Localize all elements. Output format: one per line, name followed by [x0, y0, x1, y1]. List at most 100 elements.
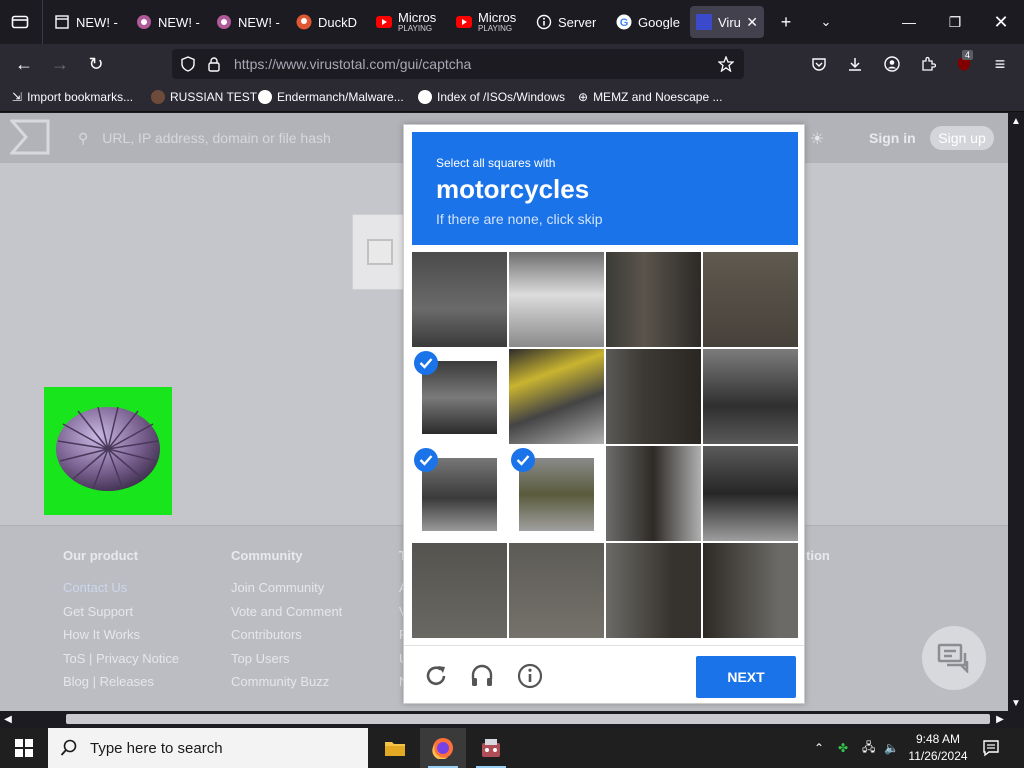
- challenge-tile[interactable]: [606, 543, 701, 638]
- ublock-button[interactable]: 4: [950, 50, 978, 78]
- tab-label: NEW! -: [238, 15, 280, 29]
- footer-link[interactable]: Get Support: [63, 600, 179, 624]
- taskbar-clock[interactable]: 9:48 AM 11/26/2024: [904, 731, 972, 765]
- horizontal-scrollbar[interactable]: ◀ ▶: [0, 711, 1008, 727]
- list-all-tabs-button[interactable]: [6, 8, 34, 36]
- downloads-button[interactable]: [841, 50, 869, 78]
- tab-server[interactable]: Server: [530, 6, 606, 38]
- theme-toggle-icon[interactable]: ☀: [810, 129, 824, 149]
- challenge-tile[interactable]: [509, 543, 604, 638]
- pocket-button[interactable]: [805, 50, 833, 78]
- tab-new-3[interactable]: NEW! -: [210, 6, 286, 38]
- reload-button[interactable]: ↻: [82, 50, 110, 78]
- scroll-right-icon[interactable]: ▶: [992, 711, 1008, 727]
- notifications-button[interactable]: [982, 728, 1000, 768]
- taskbar-app[interactable]: [468, 728, 514, 768]
- sign-up-button[interactable]: Sign up: [930, 126, 994, 150]
- footer-link[interactable]: Contact Us: [63, 576, 179, 600]
- footer-link[interactable]: Vote and Comment: [231, 600, 342, 624]
- footer-link[interactable]: Join Community: [231, 576, 342, 600]
- scroll-up-icon[interactable]: ▲: [1008, 113, 1024, 129]
- site-icon: [151, 90, 165, 104]
- url-text[interactable]: https://www.virustotal.com/gui/captcha: [234, 56, 471, 72]
- tab-new-2[interactable]: NEW! -: [130, 6, 206, 38]
- challenge-tile[interactable]: [703, 252, 798, 347]
- start-button[interactable]: [0, 728, 48, 768]
- taskbar-firefox[interactable]: [420, 728, 466, 768]
- vertical-scrollbar[interactable]: ▲ ▼: [1008, 113, 1024, 711]
- footer-link[interactable]: Contributors: [231, 623, 342, 647]
- challenge-image-grid: [412, 252, 798, 638]
- taskbar-file-explorer[interactable]: [372, 728, 418, 768]
- challenge-tile[interactable]: [509, 446, 604, 541]
- tab-label: Micros: [398, 11, 437, 25]
- virustotal-logo[interactable]: [10, 119, 50, 155]
- footer-link[interactable]: Community Buzz: [231, 670, 342, 694]
- horizontal-scroll-thumb[interactable]: [66, 714, 990, 724]
- extension-badge: 4: [962, 50, 974, 60]
- tab-youtube-2[interactable]: Micros PLAYING: [450, 6, 528, 38]
- new-tab-button[interactable]: +: [772, 8, 800, 36]
- audio-challenge-icon[interactable]: [468, 662, 496, 690]
- chat-button[interactable]: [922, 626, 986, 690]
- tile-image: [703, 349, 798, 444]
- tab-virustotal-active[interactable]: Viru ✕: [690, 6, 764, 38]
- challenge-tile[interactable]: [509, 349, 604, 444]
- sign-in-link[interactable]: Sign in: [869, 130, 916, 146]
- challenge-tile[interactable]: [703, 543, 798, 638]
- tray-app-icon[interactable]: ✤: [838, 728, 848, 768]
- challenge-tile[interactable]: [412, 446, 507, 541]
- tab-youtube-1[interactable]: Micros PLAYING: [370, 6, 448, 38]
- challenge-tile[interactable]: [412, 349, 507, 444]
- bookmark-memz[interactable]: ⊕ MEMZ and Noescape ...: [578, 90, 722, 104]
- info-icon[interactable]: [516, 662, 544, 690]
- forward-arrow-icon: →: [51, 53, 69, 74]
- footer-link[interactable]: Top Users: [231, 647, 342, 671]
- captcha-checkbox[interactable]: [367, 239, 393, 265]
- forward-button[interactable]: →: [46, 50, 74, 78]
- close-window-button[interactable]: ✕: [978, 0, 1024, 44]
- challenge-tile[interactable]: [703, 446, 798, 541]
- app-menu-button[interactable]: ≡: [986, 50, 1014, 78]
- challenge-tile[interactable]: [606, 252, 701, 347]
- challenge-tile[interactable]: [412, 252, 507, 347]
- extensions-button[interactable]: [914, 50, 942, 78]
- network-icon: 🖧: [862, 739, 876, 754]
- taskbar-search-box[interactable]: Type here to search: [48, 728, 368, 768]
- url-bar[interactable]: https://www.virustotal.com/gui/captcha: [172, 49, 744, 79]
- challenge-footer: NEXT: [404, 645, 804, 703]
- tab-overflow-button[interactable]: ⌄: [812, 8, 840, 36]
- account-button[interactable]: [878, 50, 906, 78]
- challenge-tile[interactable]: [509, 252, 604, 347]
- challenge-tile[interactable]: [703, 349, 798, 444]
- firefox-icon: [432, 738, 453, 759]
- tab-google[interactable]: G Google: [610, 6, 686, 38]
- bookmark-russian-test[interactable]: RUSSIAN TEST: [151, 90, 257, 104]
- bookmark-endermanch[interactable]: Endermanch/Malware...: [258, 90, 404, 104]
- footer-link[interactable]: Blog | Releases: [63, 670, 179, 694]
- reload-challenge-icon[interactable]: [422, 662, 450, 690]
- scroll-down-icon[interactable]: ▼: [1008, 695, 1024, 711]
- minimize-button[interactable]: —: [886, 0, 932, 44]
- back-button[interactable]: ←: [10, 50, 38, 78]
- chat-icon: [937, 643, 969, 673]
- show-hidden-icons-button[interactable]: ⌃: [814, 728, 824, 768]
- scroll-left-icon[interactable]: ◀: [0, 711, 16, 727]
- tab-duckduckgo[interactable]: DuckD: [290, 6, 366, 38]
- footer-link[interactable]: How It Works: [63, 623, 179, 647]
- bookmark-star-icon[interactable]: [718, 56, 734, 72]
- bookmark-label: MEMZ and Noescape ...: [593, 90, 723, 104]
- network-button[interactable]: 🖧: [862, 728, 875, 768]
- volume-button[interactable]: 🔈: [884, 728, 899, 768]
- tab-new-1[interactable]: NEW! - Bor: [48, 6, 126, 38]
- google-icon: G: [616, 14, 632, 30]
- close-tab-icon[interactable]: ✕: [746, 14, 758, 31]
- challenge-tile[interactable]: [606, 349, 701, 444]
- challenge-tile[interactable]: [606, 446, 701, 541]
- bookmark-isos[interactable]: Index of /ISOs/Windows: [418, 90, 565, 104]
- footer-link[interactable]: ToS | Privacy Notice: [63, 647, 179, 671]
- maximize-button[interactable]: ❐: [932, 0, 978, 44]
- bookmark-import[interactable]: ⇲ Import bookmarks...: [12, 90, 133, 104]
- challenge-tile[interactable]: [412, 543, 507, 638]
- next-button[interactable]: NEXT: [696, 656, 796, 698]
